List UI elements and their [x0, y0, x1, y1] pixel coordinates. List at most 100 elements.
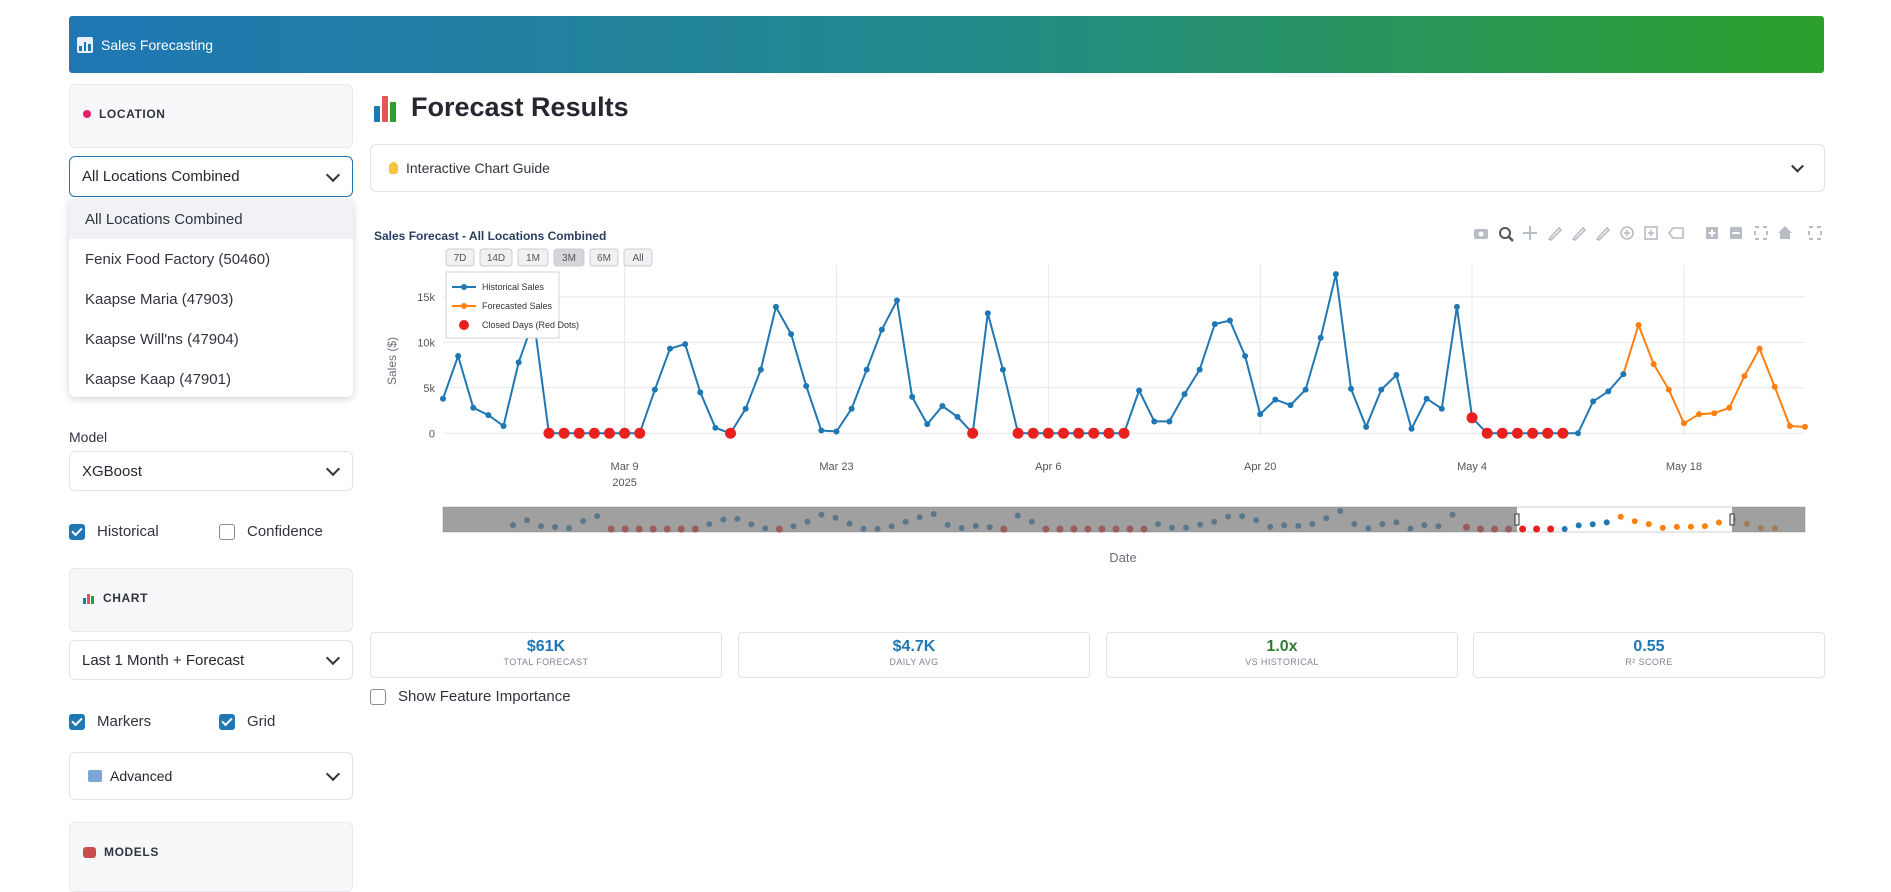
location-title: LOCATION [99, 107, 166, 121]
metric-r2-score: 0.55 R² SCORE [1473, 632, 1825, 678]
historical-point [697, 389, 704, 396]
historical-point [515, 359, 522, 366]
zoom-icon[interactable] [1499, 227, 1514, 242]
slider-handle-right[interactable] [1729, 513, 1735, 526]
historical-point [742, 405, 749, 412]
historical-label: Historical [97, 523, 159, 540]
slider-point [1533, 525, 1541, 533]
chevron-down-icon [1791, 159, 1804, 173]
closed-day-point [543, 427, 555, 439]
range-button-label: 1M [526, 253, 540, 264]
pin-icon [83, 110, 91, 118]
closed-day-point [1496, 427, 1508, 439]
fullscreen-icon[interactable] [1808, 226, 1822, 240]
range-button-label: 3M [562, 253, 576, 264]
historical-point [803, 382, 810, 389]
page-title: Forecast Results [374, 92, 629, 123]
draw-open-path-icon[interactable] [1571, 226, 1587, 241]
location-card: LOCATION [69, 84, 353, 148]
forecast-chart[interactable]: Sales Forecast - All Locations Combined … [370, 220, 1825, 580]
forecast-point [1665, 386, 1672, 393]
metric-label: VS HISTORICAL [1245, 657, 1319, 667]
historical-checkbox[interactable]: Historical [69, 523, 159, 540]
draw-rect-icon[interactable] [1644, 226, 1658, 240]
historical-point [682, 341, 689, 348]
chart-range-selected: Last 1 Month + Forecast [82, 651, 245, 669]
metric-label: TOTAL FORECAST [503, 657, 589, 667]
chart-icon [77, 36, 93, 53]
pen-shape [1595, 226, 1611, 241]
historical-point [1257, 411, 1264, 418]
draw-line-icon[interactable] [1547, 226, 1563, 241]
camera-icon[interactable] [1474, 229, 1488, 239]
historical-point [1393, 372, 1400, 379]
zoom-in-icon[interactable] [1706, 227, 1718, 239]
magnifier-ring [1499, 227, 1511, 239]
closed-day-point [634, 427, 646, 439]
x-axis-label: Date [1109, 550, 1136, 565]
lightbulb-icon [389, 162, 398, 174]
location-option[interactable]: Kaapse Kaap (47901) [69, 359, 353, 399]
chart-guide-expander[interactable]: Interactive Chart Guide [370, 144, 1825, 192]
chart-guide-label: Interactive Chart Guide [406, 160, 550, 176]
forecast-point [1771, 383, 1778, 390]
forecast-point [1756, 345, 1763, 352]
historical-point [1605, 388, 1612, 395]
closed-day-point [573, 427, 585, 439]
forecast-point [1741, 372, 1748, 379]
historical-point [878, 326, 885, 333]
slider-handle-left[interactable] [1514, 513, 1520, 526]
location-option[interactable]: All Locations Combined [69, 199, 353, 239]
forecast-point [1680, 420, 1687, 427]
model-label: Model [69, 429, 108, 445]
models-card: MODELS [69, 822, 353, 892]
historical-point [1226, 317, 1233, 324]
historical-point [1332, 271, 1339, 278]
historical-point [818, 427, 825, 434]
slider-point [1603, 519, 1610, 526]
grid-checkbox[interactable]: Grid [219, 713, 275, 730]
autoscale-icon[interactable] [1754, 226, 1768, 240]
location-option[interactable]: Kaapse Will'ns (47904) [69, 319, 353, 359]
y-axis-label: Sales ($) [385, 337, 399, 385]
model-select[interactable]: XGBoost [69, 451, 353, 491]
feature-importance-checkbox[interactable]: Show Feature Importance [370, 688, 571, 705]
metric-value: 0.55 [1633, 638, 1665, 655]
advanced-expander[interactable]: Advanced [69, 752, 353, 800]
pan-icon[interactable] [1523, 226, 1537, 240]
legend-label: Closed Days (Red Dots) [482, 320, 579, 330]
slider-mask-right [1732, 507, 1805, 532]
erase-shape-icon[interactable] [1667, 227, 1684, 239]
app-title: Sales Forecasting [101, 36, 214, 53]
markers-checkbox[interactable]: Markers [69, 713, 151, 730]
closed-day-point [967, 427, 979, 439]
draw-circle-icon[interactable] [1620, 226, 1634, 240]
camera-lens [1478, 231, 1484, 237]
range-slider[interactable] [442, 506, 1806, 533]
markers-label: Markers [97, 713, 152, 730]
reset-axes-icon[interactable] [1778, 226, 1792, 239]
confidence-checkbox[interactable]: Confidence [219, 523, 323, 540]
historical-point [1575, 430, 1581, 437]
historical-point [1166, 418, 1173, 425]
grid-label: Grid [247, 713, 276, 730]
y-tick-label: 15k [417, 292, 435, 304]
slider-point [1575, 522, 1582, 529]
draw-closed-path-icon[interactable] [1595, 226, 1611, 241]
closed-day-point [558, 427, 570, 439]
historical-point [1620, 371, 1627, 378]
chart-title: CHART [103, 591, 148, 605]
historical-point [1348, 385, 1354, 392]
historical-point [924, 421, 931, 428]
x-tick-sublabel: 2025 [612, 477, 636, 489]
chart-range-select[interactable]: Last 1 Month + Forecast [69, 640, 353, 680]
closed-day-point [725, 427, 737, 439]
location-option[interactable]: Kaapse Maria (47903) [69, 279, 353, 319]
zoom-out-icon[interactable] [1730, 227, 1742, 239]
location-select[interactable]: All Locations Combined [69, 156, 353, 197]
x-tick-label: Apr 6 [1035, 461, 1061, 473]
checkbox-checked-icon [69, 523, 85, 540]
location-option[interactable]: Fenix Food Factory (50460) [69, 239, 353, 279]
closed-day-point [1542, 427, 1554, 439]
slider-mask-left [443, 507, 1517, 532]
